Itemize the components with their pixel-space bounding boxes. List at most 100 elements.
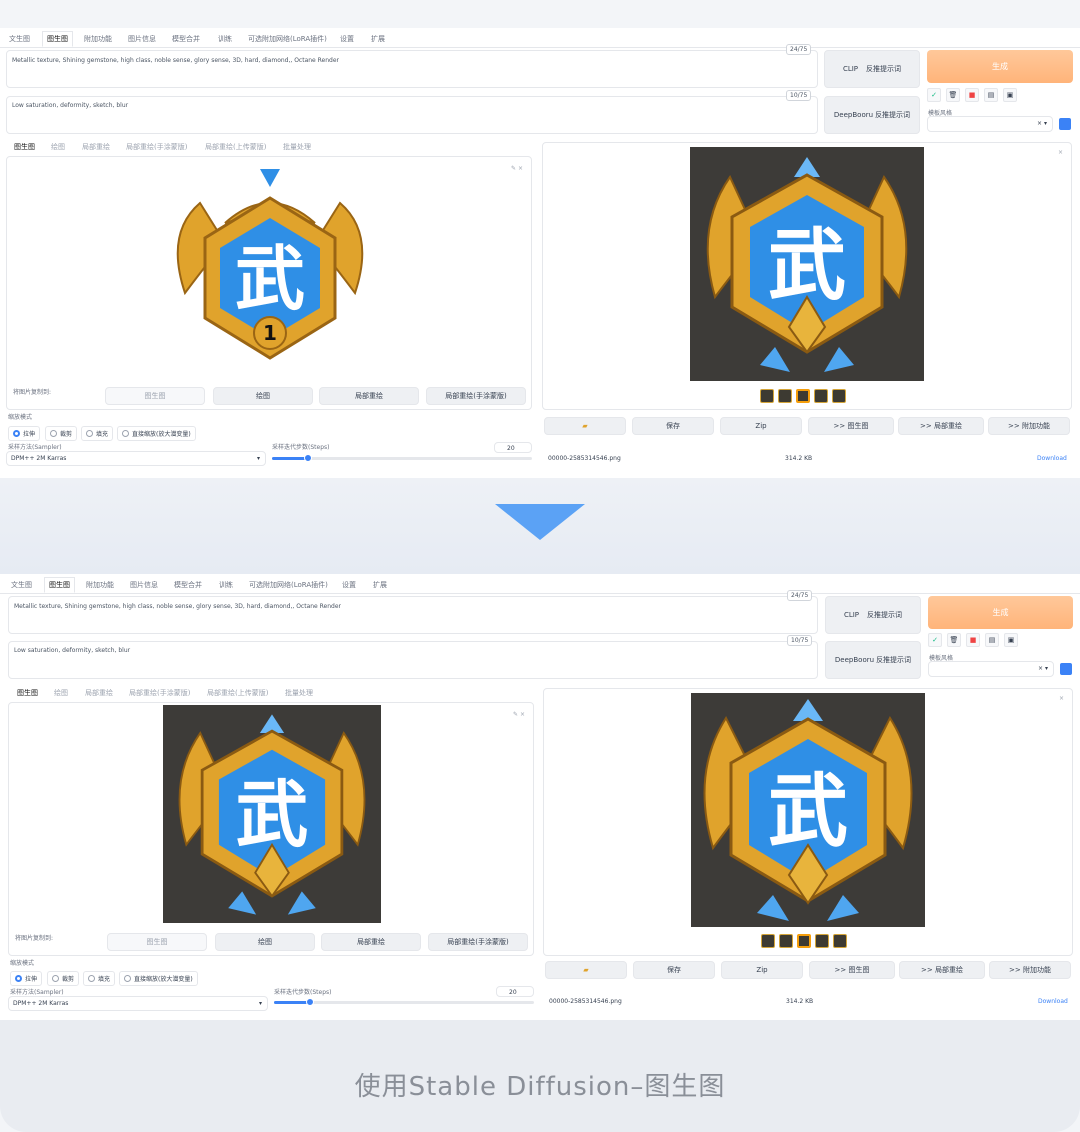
generate-button[interactable]: 生成 <box>928 596 1073 629</box>
resize-radio-fill[interactable]: 填充 <box>83 971 116 986</box>
steps-input[interactable]: 20 <box>496 986 534 997</box>
close-icon[interactable]: × <box>1058 149 1063 156</box>
output-thumbnail[interactable] <box>815 934 829 948</box>
resize-radio-crop[interactable]: 裁剪 <box>47 971 80 986</box>
prompt-input[interactable]: Metallic texture, Shining gemstone, high… <box>8 596 818 634</box>
resize-radio-fill[interactable]: 填充 <box>81 426 114 441</box>
tab-settings[interactable]: 设置 <box>342 580 356 590</box>
tab-lora[interactable]: 可选附加网络(LoRA插件) <box>248 34 327 44</box>
resize-radio-crop[interactable]: 裁剪 <box>45 426 78 441</box>
refresh-styles-icon[interactable] <box>1060 663 1072 675</box>
style-dropdown[interactable]: × ▾ <box>927 116 1053 132</box>
clear-dropdown-icon[interactable]: × ▾ <box>1038 665 1048 672</box>
copy-to-sketch-button[interactable]: 绘图 <box>213 387 313 405</box>
steps-slider-knob[interactable] <box>306 998 314 1006</box>
clip-interrogate-button[interactable]: CLIP 反推提示词 <box>824 50 920 88</box>
tab-extras[interactable]: 附加功能 <box>86 580 114 590</box>
subtab-inpaint[interactable]: 局部重绘 <box>82 142 110 152</box>
tab-img2img[interactable]: 图生图 <box>44 577 75 593</box>
tab-img2img[interactable]: 图生图 <box>42 31 73 47</box>
input-image-area[interactable]: ✎ × 武 将图片复制到: 图生图 绘图 局部重绘 局部重绘(手涂蒙版) <box>8 702 534 956</box>
copy-to-inpaint-sketch-button[interactable]: 局部重绘(手涂蒙版) <box>426 387 526 405</box>
send-to-img2img-button[interactable]: >> 图生图 <box>808 417 894 435</box>
copy-to-img2img-button[interactable]: 图生图 <box>107 933 207 951</box>
subtab-sketch[interactable]: 绘图 <box>51 142 65 152</box>
save-button[interactable]: 保存 <box>633 961 715 979</box>
tab-txt2img[interactable]: 文生图 <box>9 34 30 44</box>
tab-extensions[interactable]: 扩展 <box>371 34 385 44</box>
input-image-area[interactable]: ✎ × 武 1 将图片复制到: 图生图 绘图 局部重绘 局部重绘(手涂蒙版) <box>6 156 532 410</box>
sampler-dropdown[interactable]: DPM++ 2M Karras ▾ <box>6 451 266 466</box>
output-thumbnail-selected[interactable] <box>797 934 811 948</box>
negative-prompt-input[interactable]: Low saturation, deformity, sketch, blur <box>8 641 818 679</box>
tab-settings[interactable]: 设置 <box>340 34 354 44</box>
subtab-batch[interactable]: 批量处理 <box>285 688 313 698</box>
prompt-input[interactable]: Metallic texture, Shining gemstone, high… <box>6 50 818 88</box>
negative-prompt-input[interactable]: Low saturation, deformity, sketch, blur <box>6 96 818 134</box>
copy-to-inpaint-button[interactable]: 局部重绘 <box>321 933 421 951</box>
output-thumbnail[interactable] <box>761 934 775 948</box>
subtab-batch[interactable]: 批量处理 <box>283 142 311 152</box>
output-thumbnail[interactable] <box>778 389 792 403</box>
output-thumbnail[interactable] <box>779 934 793 948</box>
tab-png-info[interactable]: 图片信息 <box>128 34 156 44</box>
send-to-extras-button[interactable]: >> 附加功能 <box>989 961 1071 979</box>
check-icon[interactable]: ✓ <box>927 88 941 102</box>
output-thumbnail-selected[interactable] <box>796 389 810 403</box>
resize-radio-latent[interactable]: 直接缩放(放大潜变量) <box>119 971 198 986</box>
tab-txt2img[interactable]: 文生图 <box>11 580 32 590</box>
edit-close-icons[interactable]: ✎ × <box>511 165 523 172</box>
trash-icon[interactable]: 🗑 <box>947 633 961 647</box>
subtab-inpaint[interactable]: 局部重绘 <box>85 688 113 698</box>
edit-close-icons[interactable]: ✎ × <box>513 711 525 718</box>
subtab-inpaint-sketch[interactable]: 局部重绘(手涂蒙版) <box>126 142 187 152</box>
bookmark-icon[interactable]: ■ <box>966 633 980 647</box>
tab-png-info[interactable]: 图片信息 <box>130 580 158 590</box>
refresh-styles-icon[interactable] <box>1059 118 1071 130</box>
subtab-inpaint-upload[interactable]: 局部重绘(上传蒙版) <box>207 688 268 698</box>
clip-interrogate-button[interactable]: CLIP 反推提示词 <box>825 596 921 634</box>
resize-radio-stretch[interactable]: 拉伸 <box>10 971 43 986</box>
output-thumbnail[interactable] <box>814 389 828 403</box>
subtab-img2img[interactable]: 图生图 <box>17 688 38 698</box>
tab-train[interactable]: 训练 <box>219 580 233 590</box>
save-style-icon[interactable]: ▣ <box>1004 633 1018 647</box>
output-thumbnail[interactable] <box>832 389 846 403</box>
send-to-extras-button[interactable]: >> 附加功能 <box>988 417 1070 435</box>
clear-dropdown-icon[interactable]: × ▾ <box>1037 120 1047 127</box>
download-link[interactable]: Download <box>1038 998 1068 1005</box>
tab-train[interactable]: 训练 <box>218 34 232 44</box>
resize-radio-latent[interactable]: 直接缩放(放大潜变量) <box>117 426 196 441</box>
sampler-dropdown[interactable]: DPM++ 2M Karras ▾ <box>8 996 268 1011</box>
copy-to-inpaint-button[interactable]: 局部重绘 <box>319 387 419 405</box>
bookmark-icon[interactable]: ■ <box>965 88 979 102</box>
subtab-img2img[interactable]: 图生图 <box>14 142 35 152</box>
open-folder-icon[interactable]: ▰ <box>544 417 626 435</box>
save-button[interactable]: 保存 <box>632 417 714 435</box>
copy-to-inpaint-sketch-button[interactable]: 局部重绘(手涂蒙版) <box>428 933 528 951</box>
steps-input[interactable]: 20 <box>494 442 532 453</box>
zip-button[interactable]: Zip <box>720 417 802 435</box>
steps-slider-knob[interactable] <box>304 454 312 462</box>
tab-lora[interactable]: 可选附加网络(LoRA插件) <box>249 580 328 590</box>
tab-extensions[interactable]: 扩展 <box>373 580 387 590</box>
generate-button[interactable]: 生成 <box>927 50 1073 83</box>
output-thumbnail[interactable] <box>833 934 847 948</box>
send-to-inpaint-button[interactable]: >> 局部重绘 <box>898 417 984 435</box>
open-folder-icon[interactable]: ▰ <box>545 961 627 979</box>
style-dropdown[interactable]: × ▾ <box>928 661 1054 677</box>
tab-merge[interactable]: 模型合并 <box>174 580 202 590</box>
tab-merge[interactable]: 模型合并 <box>172 34 200 44</box>
save-style-icon[interactable]: ▣ <box>1003 88 1017 102</box>
send-to-inpaint-button[interactable]: >> 局部重绘 <box>899 961 985 979</box>
check-icon[interactable]: ✓ <box>928 633 942 647</box>
deepbooru-interrogate-button[interactable]: DeepBooru 反推提示词 <box>824 96 920 134</box>
clipboard-icon[interactable]: ▤ <box>984 88 998 102</box>
output-thumbnail[interactable] <box>760 389 774 403</box>
download-link[interactable]: Download <box>1037 455 1067 462</box>
send-to-img2img-button[interactable]: >> 图生图 <box>809 961 895 979</box>
subtab-sketch[interactable]: 绘图 <box>54 688 68 698</box>
zip-button[interactable]: Zip <box>721 961 803 979</box>
subtab-inpaint-sketch[interactable]: 局部重绘(手涂蒙版) <box>129 688 190 698</box>
tab-extras[interactable]: 附加功能 <box>84 34 112 44</box>
